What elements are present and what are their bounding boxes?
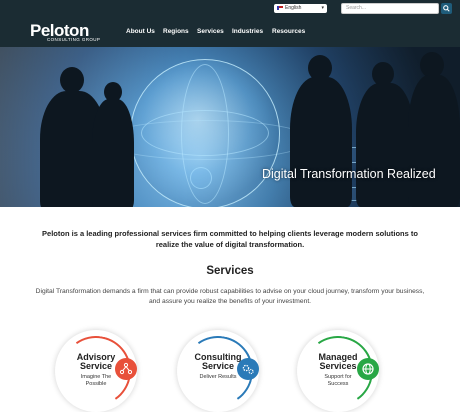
nav-industries[interactable]: Industries xyxy=(232,28,263,35)
site-header: English ▾ Search... Peloton CONSULTING G… xyxy=(0,0,460,47)
nav-services[interactable]: Services xyxy=(197,28,224,35)
search-icon xyxy=(443,5,450,12)
search-input[interactable]: Search... xyxy=(341,3,439,14)
person-silhouette xyxy=(290,77,352,207)
logo-tagline: CONSULTING GROUP xyxy=(47,37,101,42)
language-select[interactable]: English ▾ xyxy=(274,4,327,13)
nav-regions[interactable]: Regions xyxy=(163,28,189,35)
language-label: English xyxy=(285,5,302,11)
hero-title: Digital Transformation Realized xyxy=(262,167,436,181)
person-silhouette xyxy=(356,83,414,207)
services-heading: Services xyxy=(206,265,254,277)
chevron-down-icon: ▾ xyxy=(321,5,324,11)
intro-text: Peloton is a leading professional servic… xyxy=(42,229,418,249)
person-silhouette xyxy=(408,75,460,207)
gears-icon xyxy=(237,358,259,380)
person-silhouette xyxy=(92,99,134,207)
consulting-service-card[interactable]: Consulting Service Deliver Results xyxy=(177,330,259,412)
network-icon xyxy=(115,358,137,380)
hero-banner: Digital Transformation Realized xyxy=(0,47,460,207)
us-flag-icon xyxy=(277,5,283,10)
managed-services-card[interactable]: Managed Services Support for Success xyxy=(297,330,379,412)
search-button[interactable] xyxy=(441,3,452,14)
nav-about-us[interactable]: About Us xyxy=(126,28,155,35)
advisory-service-card[interactable]: Advisory Service Imagine The Possible xyxy=(55,330,137,412)
nav-resources[interactable]: Resources xyxy=(272,28,305,35)
services-description: Digital Transformation demands a firm th… xyxy=(35,288,425,305)
globe-icon xyxy=(357,358,379,380)
